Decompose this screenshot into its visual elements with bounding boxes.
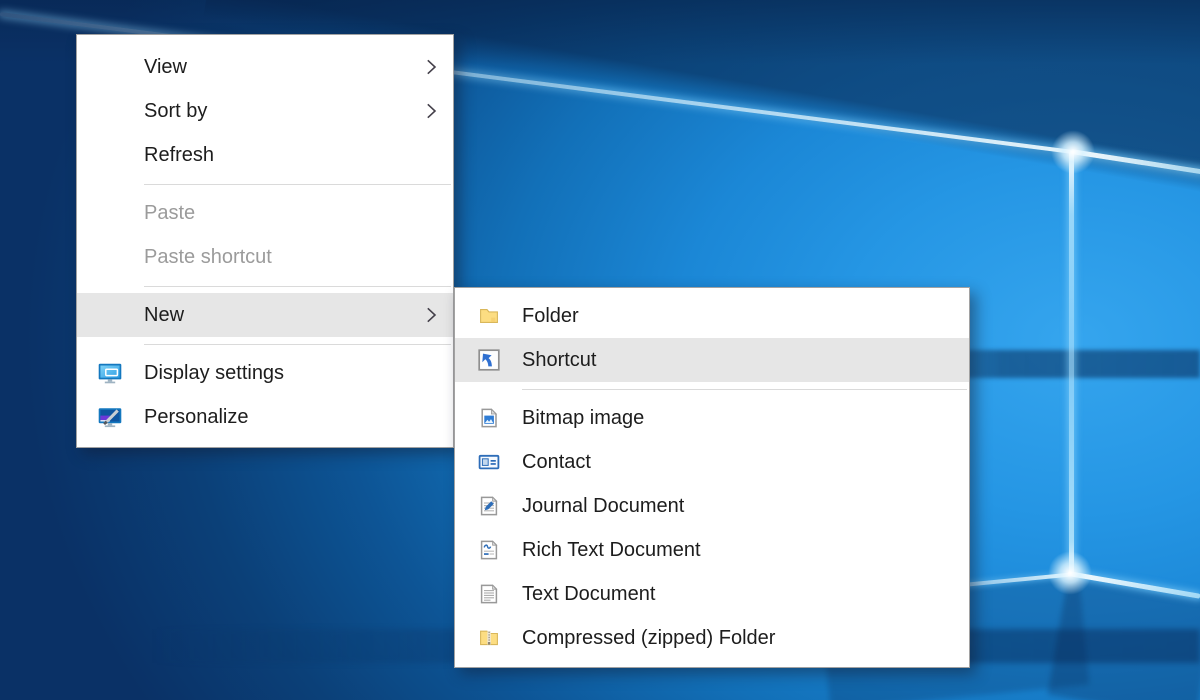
display-settings-icon <box>98 362 122 384</box>
contact-icon <box>478 451 500 473</box>
menu-item-paste-shortcut: Paste shortcut <box>77 235 453 279</box>
menu-separator <box>77 279 453 293</box>
menu-item-label: View <box>144 56 187 79</box>
menu-item-label: Paste shortcut <box>144 246 272 269</box>
menu-item-label: Sort by <box>144 100 207 123</box>
bitmap-image-icon <box>478 407 500 429</box>
menu-item-view[interactable]: View <box>77 45 453 89</box>
wallpaper-beam-top-right <box>1071 149 1200 175</box>
menu-item-label: Refresh <box>144 144 214 167</box>
folder-icon <box>478 305 500 327</box>
wallpaper-beam-bottom-right <box>1068 571 1200 599</box>
submenu-item-text-document[interactable]: Text Document <box>455 572 969 616</box>
menu-item-label: Journal Document <box>522 495 684 518</box>
shortcut-icon <box>478 349 500 371</box>
wallpaper-shade-bottom-right <box>1048 576 1200 700</box>
menu-item-label: Text Document <box>522 583 655 606</box>
menu-item-label: Shortcut <box>522 349 596 372</box>
menu-separator <box>77 177 453 191</box>
submenu-item-journal-document[interactable]: Journal Document <box>455 484 969 528</box>
personalize-icon <box>98 406 122 428</box>
menu-item-label: New <box>144 304 184 327</box>
new-submenu: Folder Shortcut Bitmap image <box>454 287 970 668</box>
menu-item-label: Display settings <box>144 362 284 385</box>
desktop-context-menu: View Sort by Refresh Paste Paste shortcu… <box>76 34 454 448</box>
menu-item-label: Rich Text Document <box>522 539 701 562</box>
submenu-item-rich-text-document[interactable]: Rich Text Document <box>455 528 969 572</box>
wallpaper-beam-vertical <box>1069 151 1074 575</box>
rich-text-document-icon <box>478 539 500 561</box>
menu-separator <box>455 382 969 396</box>
menu-item-new[interactable]: New <box>77 293 453 337</box>
wallpaper-glow-top-vertex <box>1051 130 1095 174</box>
submenu-item-folder[interactable]: Folder <box>455 294 969 338</box>
menu-item-label: Folder <box>522 305 579 328</box>
menu-item-refresh[interactable]: Refresh <box>77 133 453 177</box>
menu-item-label: Paste <box>144 202 195 225</box>
text-document-icon <box>478 583 500 605</box>
menu-item-display-settings[interactable]: Display settings <box>77 351 453 395</box>
menu-item-label: Compressed (zipped) Folder <box>522 627 775 650</box>
submenu-item-shortcut[interactable]: Shortcut <box>455 338 969 382</box>
chevron-right-icon <box>426 59 437 76</box>
menu-item-paste: Paste <box>77 191 453 235</box>
zipped-folder-icon <box>478 627 500 649</box>
journal-document-icon <box>478 495 500 517</box>
menu-item-label: Personalize <box>144 406 249 429</box>
submenu-item-contact[interactable]: Contact <box>455 440 969 484</box>
menu-item-sort-by[interactable]: Sort by <box>77 89 453 133</box>
wallpaper-glow-bottom-vertex <box>1048 551 1092 595</box>
menu-separator <box>77 337 453 351</box>
menu-item-label: Bitmap image <box>522 407 644 430</box>
menu-item-personalize[interactable]: Personalize <box>77 395 453 439</box>
submenu-item-bitmap-image[interactable]: Bitmap image <box>455 396 969 440</box>
desktop-wallpaper[interactable]: View Sort by Refresh Paste Paste shortcu… <box>0 0 1200 700</box>
menu-item-label: Contact <box>522 451 591 474</box>
chevron-right-icon <box>426 103 437 120</box>
submenu-item-compressed-zipped-folder[interactable]: Compressed (zipped) Folder <box>455 616 969 660</box>
chevron-right-icon <box>426 307 437 324</box>
